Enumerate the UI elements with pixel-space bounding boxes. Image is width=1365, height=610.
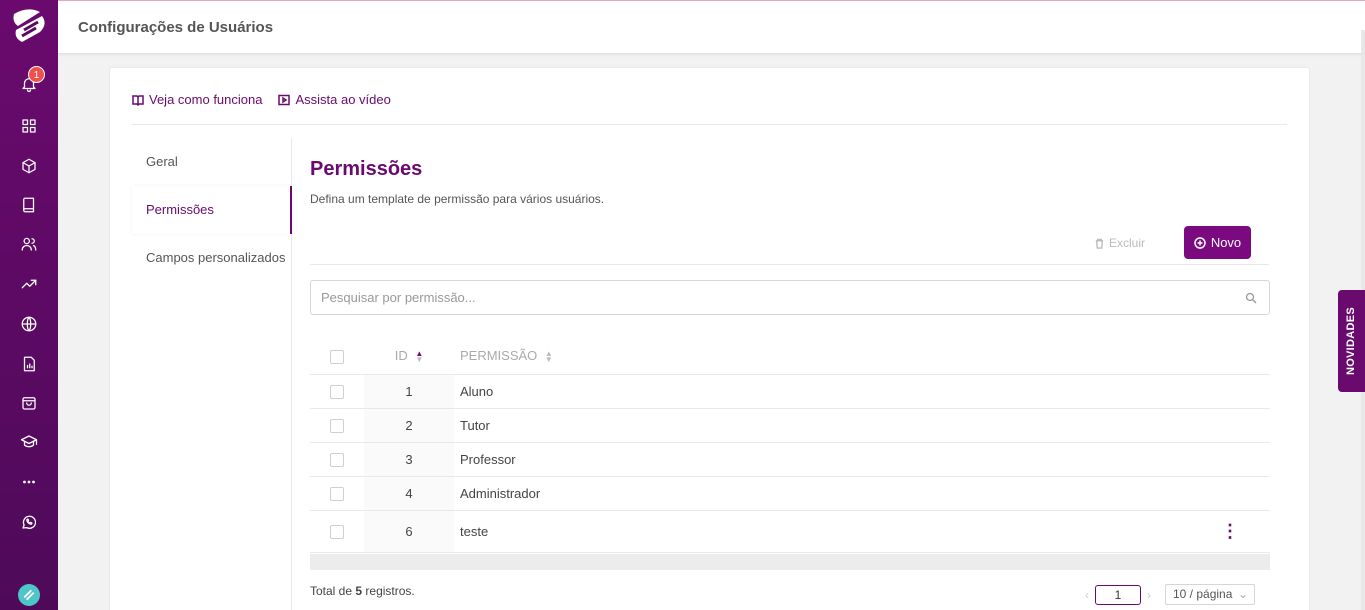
chevron-down-icon: ⌄	[1237, 587, 1248, 601]
novidades-tab[interactable]: NOVIDADES	[1338, 290, 1365, 392]
page-size-value: 10 / página	[1173, 587, 1233, 601]
notification-badge: 1	[28, 66, 45, 83]
row-actions	[1190, 408, 1270, 443]
section-description: Defina um template de permissão para vár…	[310, 192, 605, 206]
divider	[310, 264, 1269, 265]
chevron-right-icon[interactable]: ›	[1147, 588, 1151, 602]
search-input[interactable]	[311, 281, 1211, 314]
select-all-checkbox[interactable]	[330, 349, 344, 364]
watch-video-label: Assista ao vídeo	[295, 92, 391, 107]
help-links: Veja como funciona Assista ao vídeo	[132, 92, 391, 107]
kebab-menu-icon[interactable]: ⋮	[1221, 521, 1239, 541]
delete-label: Excluir	[1109, 236, 1146, 250]
delete-button[interactable]: Excluir	[1094, 236, 1145, 250]
new-label: Novo	[1210, 235, 1242, 250]
table-row[interactable]: 1 Aluno	[310, 374, 1270, 409]
row-checkbox[interactable]	[330, 452, 344, 467]
sort-icon[interactable]: ▲ ▼	[545, 349, 553, 363]
row-id: 1	[364, 374, 454, 409]
search-box	[310, 280, 1270, 315]
open-book-icon	[132, 94, 144, 106]
column-header-permission-label: PERMISSÃO	[460, 348, 538, 364]
whatsapp-icon[interactable]	[17, 510, 41, 534]
row-permission-name: teste	[454, 510, 1190, 553]
submenu-item-campos-personalizados[interactable]: Campos personalizados	[132, 234, 291, 282]
trash-icon	[1095, 238, 1104, 249]
row-permission-name: Aluno	[454, 374, 1190, 409]
row-checkbox[interactable]	[330, 418, 344, 433]
search-icon[interactable]	[1245, 292, 1257, 304]
submenu-item-permissoes[interactable]: Permissões	[132, 186, 292, 234]
total-records: Total de 5 registros.	[310, 584, 415, 598]
row-actions	[1190, 476, 1270, 511]
table-row[interactable]: 3 Professor	[310, 442, 1270, 477]
divider	[132, 124, 1287, 125]
table-row[interactable]: 2 Tutor	[310, 408, 1270, 443]
row-actions: ⋮	[1190, 510, 1270, 553]
settings-submenu: Geral Permissões Campos personalizados	[132, 138, 292, 610]
permissions-table: ID ▲ ▼ PERMISSÃO ▲ ▼ 1 Aluno 2 Tutor 3 P…	[310, 338, 1270, 553]
graduation-icon[interactable]	[17, 430, 41, 454]
report-icon[interactable]	[17, 352, 41, 376]
settings-card: Veja como funciona Assista ao vídeo Gera…	[109, 67, 1310, 610]
column-header-id[interactable]: ID ▲ ▼	[364, 338, 454, 375]
row-id: 3	[364, 442, 454, 477]
row-checkbox[interactable]	[330, 384, 344, 399]
how-it-works-label: Veja como funciona	[149, 92, 263, 107]
row-id: 6	[364, 510, 454, 553]
row-permission-name: Administrador	[454, 476, 1190, 511]
row-checkbox-cell	[310, 510, 364, 553]
users-icon[interactable]	[17, 232, 41, 256]
row-actions	[1190, 374, 1270, 409]
column-header-id-label: ID	[394, 348, 408, 364]
row-checkbox-cell	[310, 408, 364, 443]
grid-icon[interactable]	[17, 114, 41, 138]
row-actions	[1190, 442, 1270, 477]
sidebar: 1	[0, 0, 58, 610]
row-checkbox[interactable]	[330, 524, 344, 539]
row-checkbox-cell	[310, 476, 364, 511]
row-id: 4	[364, 476, 454, 511]
row-checkbox-cell	[310, 442, 364, 477]
table-row[interactable]: 4 Administrador	[310, 476, 1270, 511]
globe-icon[interactable]	[17, 312, 41, 336]
total-suffix: registros.	[362, 584, 415, 598]
logo-icon[interactable]	[10, 6, 48, 48]
cube-icon[interactable]	[17, 154, 41, 178]
submenu-item-geral[interactable]: Geral	[132, 138, 291, 186]
page-size-select[interactable]: 10 / página ⌄	[1165, 584, 1255, 605]
row-id: 2	[364, 408, 454, 443]
table-horizontal-scrollbar[interactable]	[310, 554, 1270, 570]
plus-circle-icon	[1194, 236, 1206, 249]
user-avatar[interactable]	[18, 584, 40, 606]
select-all-cell	[310, 338, 364, 375]
watch-video-link[interactable]: Assista ao vídeo	[278, 92, 391, 107]
more-icon[interactable]	[17, 470, 41, 494]
column-header-permission[interactable]: PERMISSÃO ▲ ▼	[454, 338, 1190, 375]
pagination: ‹ 1 › 10 / página ⌄	[1085, 584, 1255, 605]
how-it-works-link[interactable]: Veja como funciona	[132, 92, 262, 107]
sort-icon[interactable]: ▲ ▼	[415, 349, 423, 363]
chevron-left-icon[interactable]: ‹	[1085, 588, 1089, 602]
bag-icon[interactable]	[17, 391, 41, 415]
row-permission-name: Professor	[454, 442, 1190, 477]
row-checkbox[interactable]	[330, 486, 344, 501]
current-page-input[interactable]: 1	[1095, 584, 1141, 605]
section-title: Permissões	[310, 158, 423, 180]
total-prefix: Total de	[310, 584, 356, 598]
column-header-actions	[1190, 338, 1270, 375]
new-button[interactable]: Novo	[1184, 226, 1251, 259]
row-permission-name: Tutor	[454, 408, 1190, 443]
page-title: Configurações de Usuários	[78, 19, 274, 36]
table-row[interactable]: 6 teste ⋮	[310, 510, 1270, 553]
trending-icon[interactable]	[17, 272, 41, 296]
row-checkbox-cell	[310, 374, 364, 409]
table-header-row: ID ▲ ▼ PERMISSÃO ▲ ▼	[310, 338, 1270, 375]
book-icon[interactable]	[17, 193, 41, 217]
top-bar: Configurações de Usuários	[58, 0, 1365, 54]
novidades-label: NOVIDADES	[1345, 306, 1358, 376]
video-icon	[278, 94, 291, 105]
